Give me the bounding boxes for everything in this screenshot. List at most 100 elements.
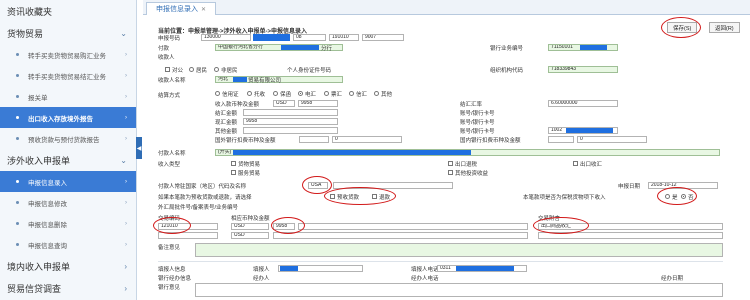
tx-currency-field[interactable]: USD bbox=[231, 223, 269, 230]
sidebar-section-favorites[interactable]: 资讯收藏夹 bbox=[0, 0, 136, 22]
chevron-right-icon: › bbox=[125, 93, 127, 100]
settle-lc-radio[interactable] bbox=[215, 91, 220, 96]
declare-no-part3[interactable]: 191010 bbox=[329, 34, 359, 41]
tx-note2-field[interactable] bbox=[538, 232, 723, 239]
foreign-fee-amount[interactable]: 0 bbox=[332, 136, 402, 143]
bullet-icon bbox=[16, 95, 19, 98]
settle-mt-radio[interactable] bbox=[349, 91, 354, 96]
company-label: 对公 bbox=[172, 68, 184, 74]
bullet-icon bbox=[16, 180, 19, 183]
spot-amount-field[interactable]: 9958 bbox=[243, 118, 338, 125]
resident-radio[interactable] bbox=[189, 67, 194, 72]
sidebar-item-export-report[interactable]: 出口收入存放境外报告 › bbox=[0, 107, 136, 128]
nature-refund-checkbox[interactable] bbox=[448, 161, 453, 166]
settle-other-radio[interactable] bbox=[374, 91, 379, 96]
declare-no-part2[interactable]: 08 bbox=[293, 34, 326, 41]
bullet-icon bbox=[16, 201, 19, 204]
settle-lc-label: 信用证 bbox=[222, 92, 239, 98]
bonded-no-radio[interactable] bbox=[681, 194, 686, 199]
tx-amount2-field[interactable] bbox=[273, 232, 528, 239]
settle-amount-label: 结汇金额 bbox=[215, 111, 238, 117]
nonresident-radio[interactable] bbox=[214, 67, 219, 72]
settle-guarantee-radio[interactable] bbox=[273, 91, 278, 96]
declare-date-field[interactable]: 2018-10-12 bbox=[648, 182, 718, 189]
chevron-right-icon: › bbox=[124, 261, 127, 271]
sidebar-item-declare-modify[interactable]: 申报信息修改 › bbox=[0, 192, 136, 213]
sidebar-item-resale-purchase[interactable]: 转手买卖货物贸易购汇业务 › bbox=[0, 44, 136, 65]
main-content: 当前位置：申报单管理->涉外收入申报单->申报信息录入 保存(S) 返回(R) … bbox=[143, 15, 750, 300]
collapse-sidebar-button[interactable]: ◀ bbox=[136, 137, 142, 159]
receiver-name-value: 河北 bbox=[218, 76, 229, 82]
declare-no-part4[interactable]: 9007 bbox=[362, 34, 404, 41]
company-checkbox[interactable] bbox=[165, 67, 170, 72]
country-name-field[interactable] bbox=[333, 182, 453, 189]
payer-value: 中国银行河北省分行 bbox=[218, 44, 264, 50]
tx-currency-label: 相应币种及金额 bbox=[231, 216, 270, 222]
nature-refund-label: 出口退税 bbox=[455, 162, 478, 168]
bank-remark-label: 银行意见 bbox=[158, 285, 181, 291]
sidebar-item-resale-settle[interactable]: 转手买卖货物贸易结汇业务 › bbox=[0, 65, 136, 86]
bank-remark-textarea[interactable] bbox=[195, 283, 723, 297]
tx-code2-field[interactable] bbox=[158, 232, 218, 239]
settle-dd-radio[interactable] bbox=[324, 91, 329, 96]
chevron-down-icon: ⌄ bbox=[120, 155, 127, 165]
nature-service-label: 服务贸易 bbox=[238, 171, 261, 177]
domestic-fee-amount[interactable]: 0 bbox=[577, 136, 647, 143]
chevron-down-icon: ⌄ bbox=[120, 28, 127, 38]
back-button[interactable]: 返回(R) bbox=[709, 22, 740, 33]
exchange-rate-field[interactable]: 6.60000000 bbox=[548, 100, 618, 107]
sidebar-section-goods[interactable]: 货物贸易 ⌄ bbox=[0, 22, 136, 44]
currency-code-field[interactable]: USD bbox=[273, 100, 295, 107]
nature-other-checkbox[interactable] bbox=[448, 170, 453, 175]
tab-label: 申报信息录入 bbox=[155, 6, 198, 13]
receiver-label: 收款人 bbox=[158, 55, 175, 61]
nature-goods-checkbox[interactable] bbox=[231, 161, 236, 166]
tx-note-label: 交易附言 bbox=[538, 216, 561, 222]
domestic-fee-currency[interactable] bbox=[548, 136, 574, 143]
tx-currency2-field[interactable]: USD bbox=[231, 232, 269, 239]
payer-account-label: 银行业务编号 bbox=[490, 46, 524, 52]
redaction-block bbox=[566, 128, 613, 133]
sidebar-item-declare-delete[interactable]: 申报信息删除 › bbox=[0, 213, 136, 234]
nature-export-checkbox[interactable] bbox=[573, 161, 578, 166]
declare-no-label: 申报号码 bbox=[158, 36, 181, 42]
nonresident-label: 非居民 bbox=[221, 68, 238, 74]
bullet-icon bbox=[16, 243, 19, 246]
tx-code-field[interactable]: 121010 bbox=[158, 223, 218, 230]
tx-amount-extra[interactable] bbox=[298, 223, 528, 230]
nature-service-checkbox[interactable] bbox=[231, 170, 236, 175]
divider bbox=[158, 261, 723, 262]
spot-amount-label: 现汇金额 bbox=[215, 120, 238, 126]
sidebar-item-customs[interactable]: 报关单 › bbox=[0, 86, 136, 107]
sidebar-section-trade-credit[interactable]: 贸易信贷调查 › bbox=[0, 277, 136, 299]
org-code-field[interactable]: 718339843 bbox=[548, 66, 618, 73]
other-amount-field[interactable] bbox=[243, 127, 338, 134]
settle-amount-field[interactable] bbox=[243, 109, 338, 116]
sidebar-item-declare-entry[interactable]: 申报信息录入 › bbox=[0, 171, 136, 192]
declare-no-part1[interactable]: 130000 bbox=[201, 34, 251, 41]
settle-collection-radio[interactable] bbox=[247, 91, 252, 96]
sidebar-item-declare-query[interactable]: 申报信息查询 › bbox=[0, 234, 136, 255]
settle-tt-radio[interactable] bbox=[298, 91, 303, 96]
handler-date-label: 经办日期 bbox=[661, 276, 684, 282]
payer-label: 付款 bbox=[158, 46, 170, 52]
tx-note-field[interactable]: 出口商品收汇 bbox=[538, 223, 723, 230]
save-button[interactable]: 保存(S) bbox=[667, 22, 698, 33]
foreign-fee-currency[interactable] bbox=[299, 136, 329, 143]
chevron-right-icon: › bbox=[125, 72, 127, 79]
close-icon[interactable]: ✕ bbox=[201, 6, 206, 13]
tx-amount-field[interactable]: 9958 bbox=[273, 223, 295, 230]
refund-checkbox[interactable] bbox=[372, 194, 377, 199]
currency-amount-field[interactable]: 9958 bbox=[298, 100, 338, 107]
tab-declare-entry[interactable]: 申报信息录入 ✕ bbox=[146, 2, 216, 15]
country-code-field[interactable]: USA bbox=[308, 182, 328, 189]
sidebar-section-foreign-income[interactable]: 涉外收入申报单 ⌄ bbox=[0, 149, 136, 171]
sidebar-section-label: 贸易信贷调查 bbox=[7, 283, 62, 294]
remark-textarea[interactable] bbox=[195, 243, 723, 257]
bonded-yes-radio[interactable] bbox=[665, 194, 670, 199]
nature-goods-label: 货物贸易 bbox=[238, 162, 261, 168]
prepay-checkbox[interactable] bbox=[330, 194, 335, 199]
sidebar-item-prepay-report[interactable]: 预收货款与预付货款报告 › bbox=[0, 128, 136, 149]
sidebar-section-domestic-income[interactable]: 境内收入申报单 › bbox=[0, 255, 136, 277]
settle-guarantee-label: 保函 bbox=[280, 92, 292, 98]
